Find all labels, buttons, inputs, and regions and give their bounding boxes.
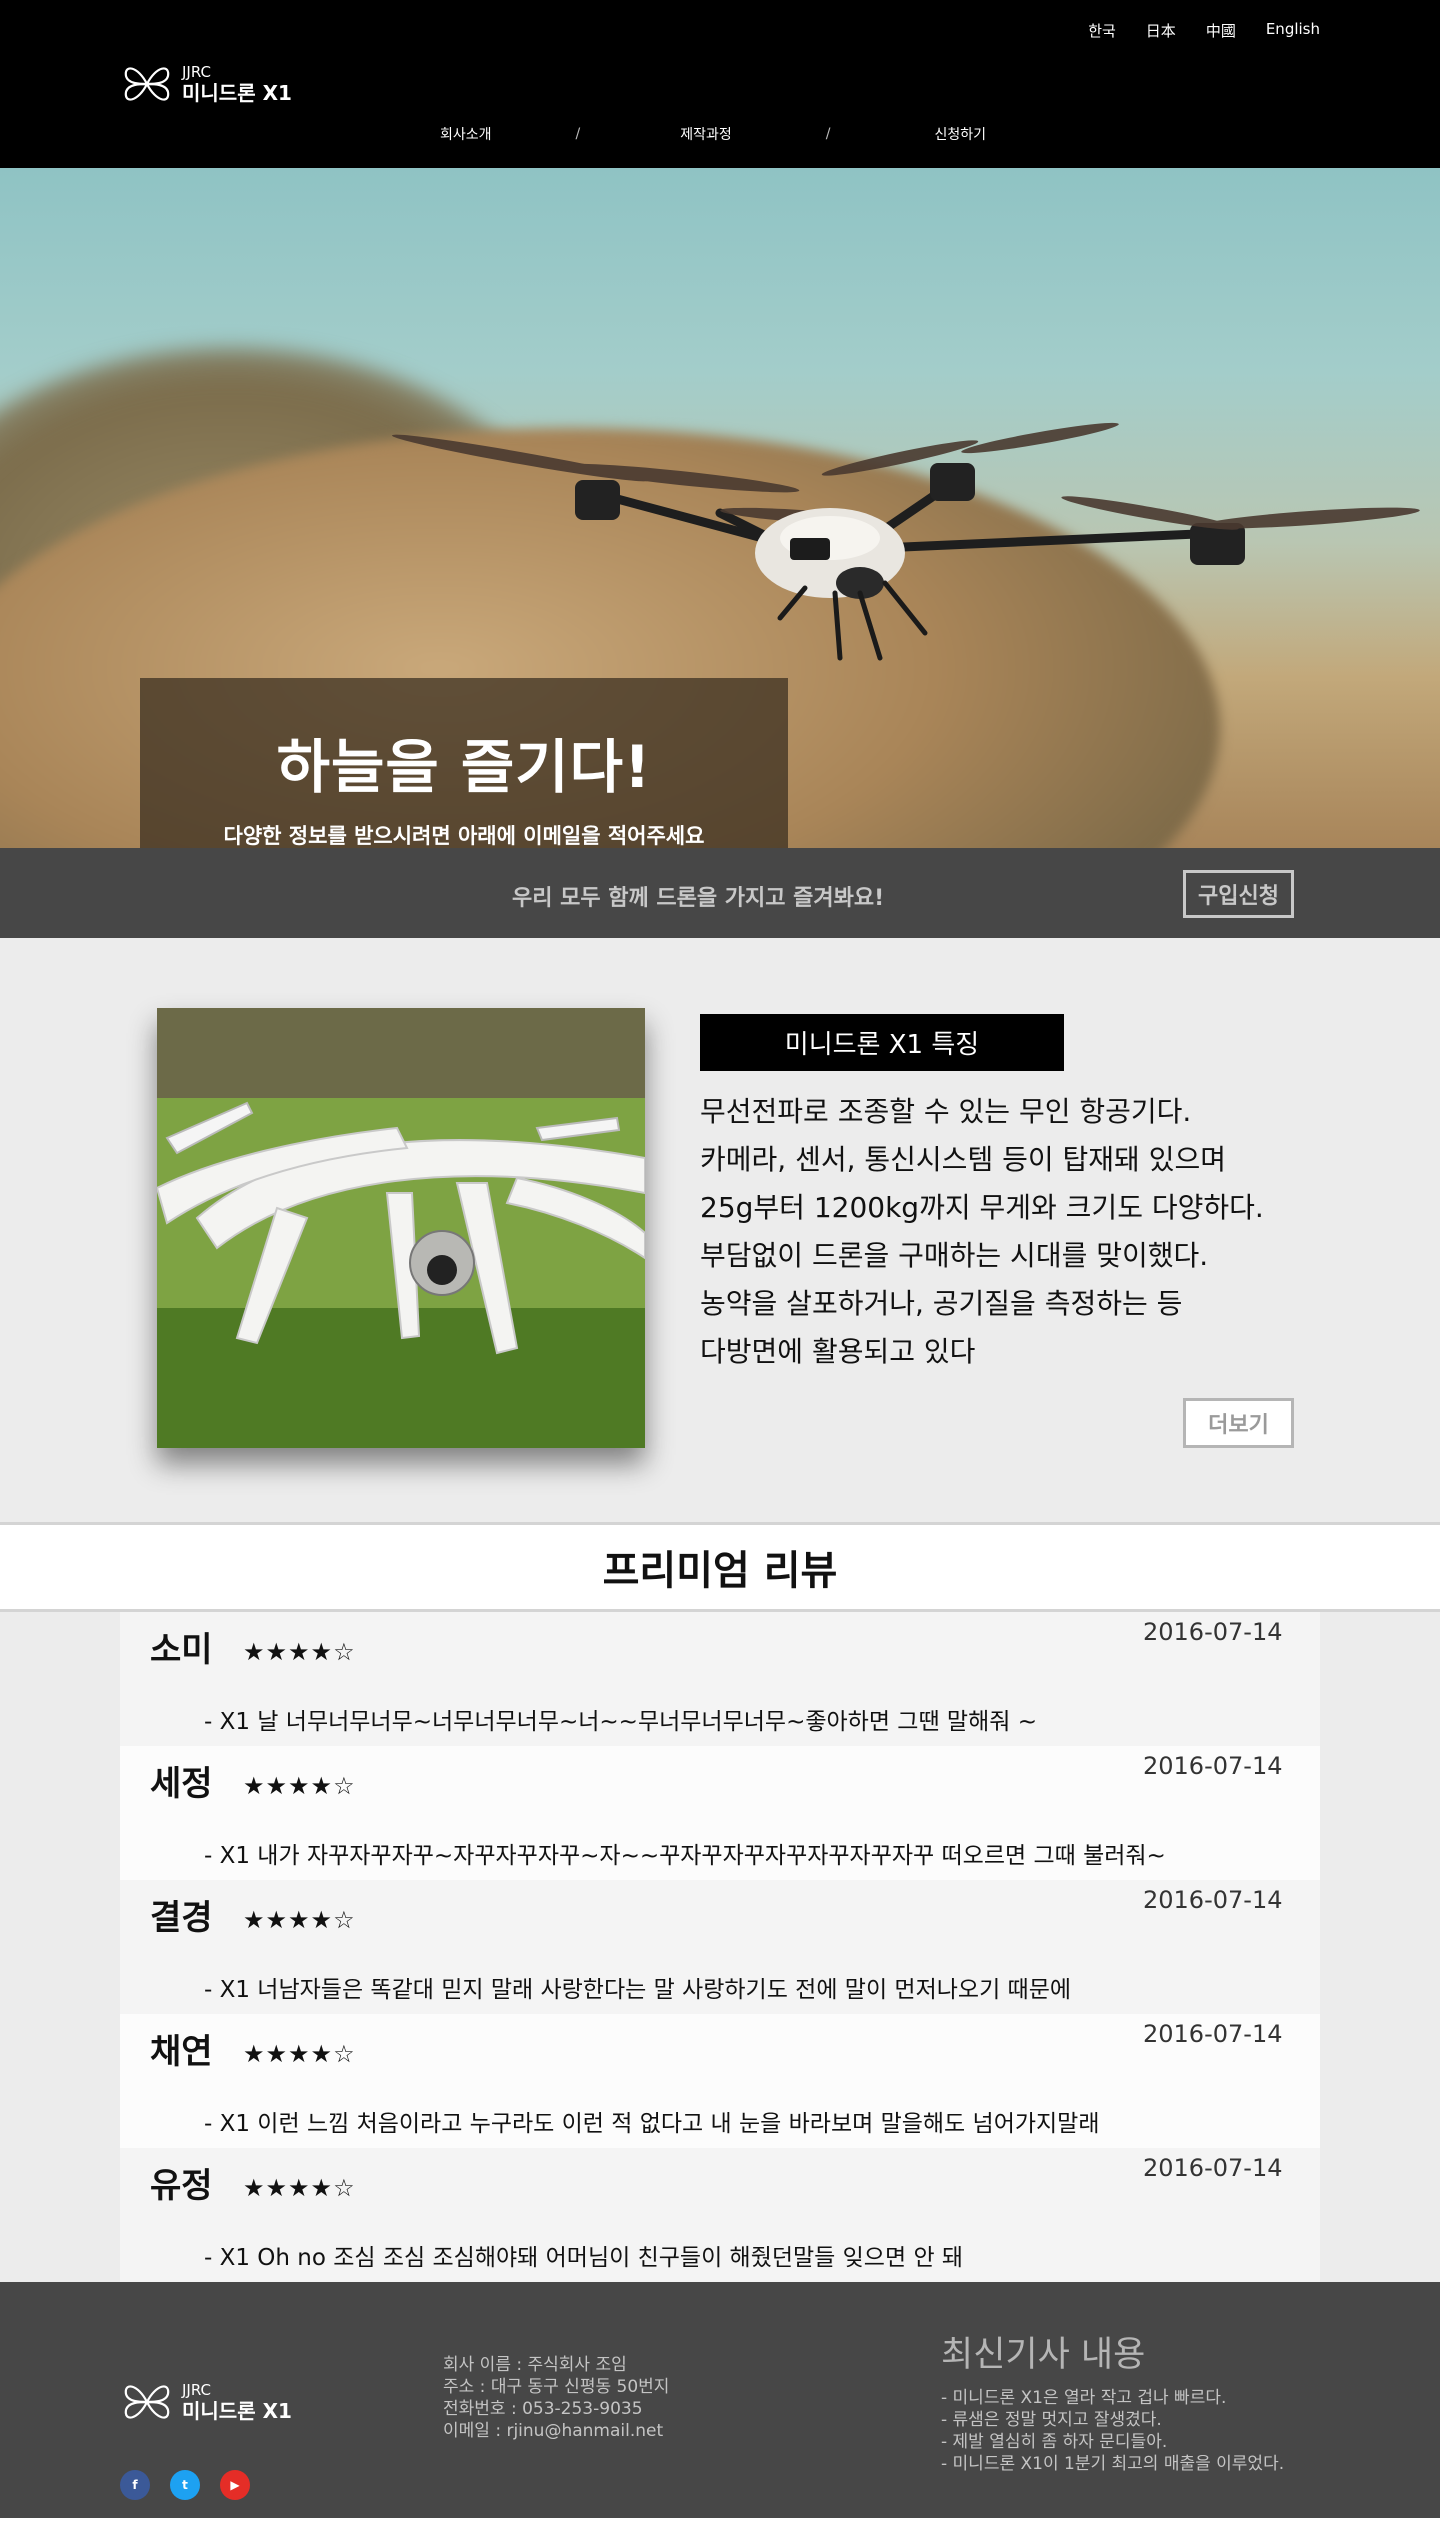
drone-photo — [391, 422, 1420, 661]
lang-korean[interactable]: 한국 — [1088, 20, 1116, 41]
footer-logo[interactable]: JJRC 미니드론 X1 — [120, 2376, 292, 2428]
nav-item-process[interactable]: 제작과정 — [680, 124, 732, 144]
drone-logo-icon — [124, 2385, 170, 2419]
company-line: 전화번호 : 053-253-9035 — [443, 2399, 643, 2419]
social-links: f t ▶ — [120, 2470, 250, 2500]
review-date: 2016-07-14 — [1143, 2154, 1283, 2182]
purchase-request-button[interactable]: 구입신청 — [1183, 870, 1294, 918]
site-header: 한국 日本 中國 English JJRC 미니드론 X1 회사소개 / 제작과… — [0, 0, 1440, 168]
review-item: 결경 ★★★★☆ 2016-07-14 - X1 너남자들은 똑같대 믿지 말래… — [120, 1880, 1320, 2014]
lang-english[interactable]: English — [1266, 20, 1320, 41]
feature-line: 카메라, 센서, 통신시스템 등이 탑재돼 있으며 — [700, 1143, 1226, 1176]
news-item[interactable]: - 류샘은 정말 멋지고 잘생겼다. — [941, 2409, 1284, 2431]
drone-logo-icon — [124, 67, 170, 101]
review-date: 2016-07-14 — [1143, 1752, 1283, 1780]
rating-stars: ★★★★☆ — [243, 2174, 356, 2202]
nav-item-apply[interactable]: 신청하기 — [935, 124, 987, 144]
review-date: 2016-07-14 — [1143, 1618, 1283, 1646]
reviewer-name: 세정 — [150, 1764, 213, 1804]
company-line: 회사 이름 : 주식회사 조임 — [443, 2355, 627, 2375]
cta-text: 우리 모두 함께 드론을 가지고 즐겨봐요! — [512, 886, 885, 911]
review-date: 2016-07-14 — [1143, 2020, 1283, 2048]
feature-drone-image — [157, 1008, 645, 1448]
review-text: - X1 내가 자꾸자꾸자꾸~자꾸자꾸자꾸~자~~꾸자꾸자꾸자꾸자꾸자꾸자꾸 떠… — [204, 1843, 1166, 1869]
rating-stars: ★★★★☆ — [243, 1638, 356, 1666]
review-item: 소미 ★★★★☆ 2016-07-14 - X1 날 너무너무너무~너무너무너무… — [120, 1612, 1320, 1746]
feature-line: 25g부터 1200kg까지 무게와 크기도 다양하다. — [700, 1191, 1264, 1224]
lang-japanese[interactable]: 日本 — [1146, 20, 1176, 41]
review-item: 유정 ★★★★☆ 2016-07-14 - X1 Oh no 조심 조심 조심해… — [120, 2148, 1320, 2282]
logo-product: 미니드론 X1 — [182, 81, 292, 105]
rating-stars: ★★★★☆ — [243, 2040, 356, 2068]
reviewer-name: 유정 — [150, 2166, 213, 2206]
main-nav: 회사소개 / 제작과정 / 신청하기 — [440, 124, 986, 144]
feature-line: 농약을 살포하거나, 공기질을 측정하는 등 — [700, 1287, 1183, 1320]
review-text: - X1 Oh no 조심 조심 조심해야돼 어머님이 친구들이 해줬던말들 잊… — [204, 2245, 964, 2271]
hero-subtitle: 다양한 정보를 받으시려면 아래에 이메일을 적어주세요 — [223, 824, 705, 848]
reviewer-name: 소미 — [150, 1630, 213, 1670]
review-text: - X1 날 너무너무너무~너무너무너무~너~~무너무너무너무~좋아하면 그땐 … — [204, 1709, 1037, 1735]
site-footer: JJRC 미니드론 X1 f t ▶ 회사 이름 : 주식회사 조임 주소 : … — [0, 2282, 1440, 2518]
hero-signup-box: 하늘을 즐기다! 다양한 정보를 받으시려면 아래에 이메일을 적어주세요 입력 — [140, 678, 788, 848]
review-item: 세정 ★★★★☆ 2016-07-14 - X1 내가 자꾸자꾸자꾸~자꾸자꾸자… — [120, 1746, 1320, 1880]
nav-separator: / — [825, 126, 831, 142]
twitter-icon[interactable]: t — [170, 2470, 200, 2500]
logo-brand: JJRC — [182, 2381, 211, 2399]
nav-separator: / — [575, 126, 581, 142]
nav-item-about[interactable]: 회사소개 — [440, 124, 492, 144]
company-line: 이메일 : rjinu@hanmail.net — [443, 2421, 664, 2441]
more-button[interactable]: 더보기 — [1183, 1398, 1294, 1448]
hero-banner: 하늘을 즐기다! 다양한 정보를 받으시려면 아래에 이메일을 적어주세요 입력 — [0, 168, 1440, 848]
review-text: - X1 너남자들은 똑같대 믿지 말래 사랑한다는 말 사랑하기도 전에 말이… — [204, 1977, 1072, 2003]
company-line: 주소 : 대구 동구 신평동 50번지 — [443, 2377, 670, 2397]
site-logo[interactable]: JJRC 미니드론 X1 — [120, 58, 292, 110]
feature-description: 무선전파로 조종할 수 있는 무인 항공기다. 카메라, 센서, 통신시스템 등… — [700, 1088, 1380, 1376]
feature-line: 부담없이 드론을 구매하는 시대를 맞이했다. — [700, 1239, 1209, 1272]
cta-bar: 우리 모두 함께 드론을 가지고 즐겨봐요! 구입신청 — [0, 848, 1440, 938]
logo-brand: JJRC — [182, 63, 211, 81]
facebook-icon[interactable]: f — [120, 2470, 150, 2500]
reviews-list: 소미 ★★★★☆ 2016-07-14 - X1 날 너무너무너무~너무너무너무… — [0, 1612, 1440, 2282]
latest-news: 최신기사 내용 - 미니드론 X1은 열라 작고 겁나 빠르다. - 류샘은 정… — [941, 2326, 1284, 2475]
feature-title: 미니드론 X1 특징 — [700, 1014, 1064, 1071]
review-text: - X1 이런 느낌 처음이라고 누구라도 이런 적 없다고 내 눈을 바라보며… — [204, 2111, 1100, 2137]
news-item[interactable]: - 미니드론 X1이 1분기 최고의 매출을 이루었다. — [941, 2453, 1284, 2475]
feature-line: 다방면에 활용되고 있다 — [700, 1335, 976, 1368]
feature-section: 미니드론 X1 특징 무선전파로 조종할 수 있는 무인 항공기다. 카메라, … — [0, 938, 1440, 1522]
rating-stars: ★★★★☆ — [243, 1772, 356, 1800]
reviews-title: 프리미엄 리뷰 — [0, 1522, 1440, 1612]
reviewer-name: 채연 — [150, 2032, 213, 2072]
reviewer-name: 결경 — [150, 1898, 213, 1938]
feature-line: 무선전파로 조종할 수 있는 무인 항공기다. — [700, 1095, 1192, 1128]
news-item[interactable]: - 미니드론 X1은 열라 작고 겁나 빠르다. — [941, 2387, 1284, 2409]
youtube-icon[interactable]: ▶ — [220, 2470, 250, 2500]
company-info: 회사 이름 : 주식회사 조임 주소 : 대구 동구 신평동 50번지 전화번호… — [443, 2354, 669, 2442]
review-item: 채연 ★★★★☆ 2016-07-14 - X1 이런 느낌 처음이라고 누구라… — [120, 2014, 1320, 2148]
news-item[interactable]: - 제발 열심히 좀 하자 문디들아. — [941, 2431, 1284, 2453]
rating-stars: ★★★★☆ — [243, 1906, 356, 1934]
logo-product: 미니드론 X1 — [182, 2399, 292, 2423]
news-title: 최신기사 내용 — [941, 2335, 1146, 2375]
language-menu: 한국 日本 中國 English — [1088, 20, 1320, 41]
review-date: 2016-07-14 — [1143, 1886, 1283, 1914]
lang-chinese[interactable]: 中國 — [1206, 20, 1236, 41]
hero-title: 하늘을 즐기다! — [276, 733, 652, 801]
